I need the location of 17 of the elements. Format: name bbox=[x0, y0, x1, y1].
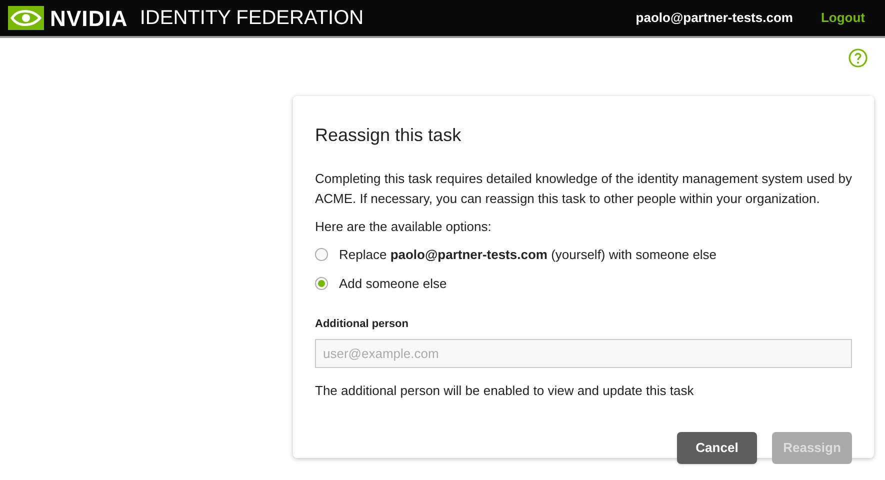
dialog-button[interactable]: Cancel bbox=[677, 432, 757, 464]
hint-text: The additional person will be enabled to view and update this task bbox=[315, 382, 695, 400]
option-label: Add someone else bbox=[339, 275, 447, 293]
options-label: Here are the available options: bbox=[315, 218, 492, 236]
radio-button[interactable] bbox=[315, 277, 328, 290]
brand-name: NVIDIA bbox=[50, 4, 128, 32]
logout-link[interactable]: Logout bbox=[820, 8, 865, 28]
option-label: Replace paolo@partner-tests.com (yourself) with someone else bbox=[339, 246, 717, 264]
app-title: IDENTITY FEDERATION bbox=[140, 6, 364, 31]
dialog-title: Reassign this task bbox=[315, 124, 462, 147]
email-input-field[interactable]: user@example.com bbox=[315, 339, 852, 368]
description-text: Completing this task requires detailed knowledge of the identity management system used by ACME. If necessary, you can reassign this task to other people within your organization. bbox=[315, 170, 852, 208]
radio-button[interactable] bbox=[315, 248, 328, 261]
user-email: paolo@partner-tests.com bbox=[636, 9, 793, 28]
help-icon[interactable] bbox=[848, 48, 868, 68]
eye-logo-icon bbox=[8, 6, 44, 30]
field-label: Additional person bbox=[315, 316, 410, 332]
